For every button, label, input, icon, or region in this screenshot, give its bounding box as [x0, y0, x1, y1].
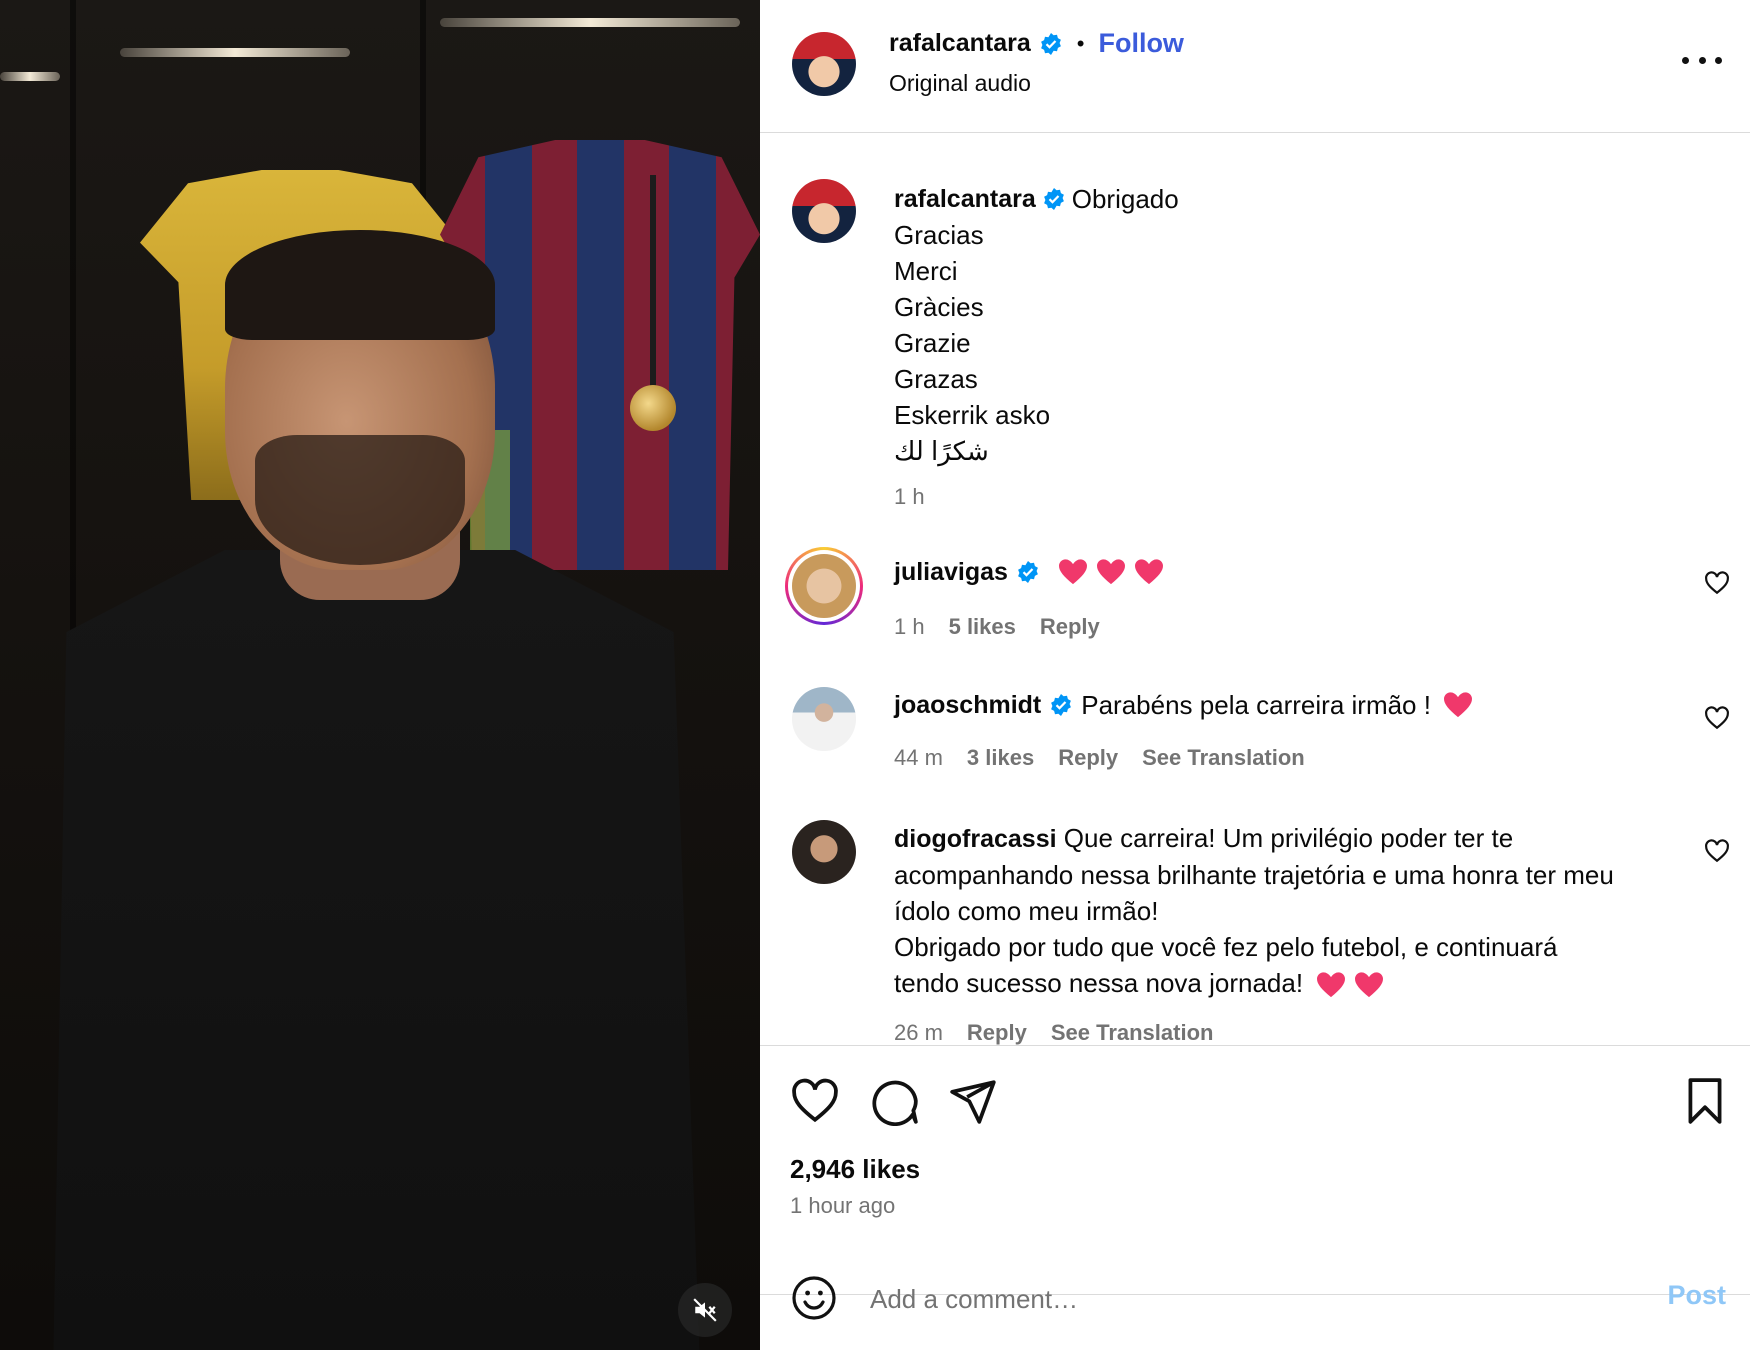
bookmark-icon[interactable]	[1680, 1076, 1730, 1126]
like-comment-icon[interactable]	[1704, 705, 1730, 731]
caption-username[interactable]: rafalcantara	[894, 181, 1036, 217]
likes-count[interactable]: 2,946 likes	[790, 1154, 920, 1185]
commenter-username[interactable]: juliavigas	[894, 554, 1008, 590]
shelf-light	[440, 18, 740, 27]
caption-time[interactable]: 1 h	[894, 484, 925, 510]
follow-button[interactable]: Follow	[1098, 28, 1183, 59]
comment-time[interactable]: 1 h	[894, 614, 925, 640]
caption-meta: 1 h	[894, 484, 925, 510]
comment-body: joaoschmidt Parabéns pela carreira irmão…	[894, 687, 1684, 723]
comment-text: Que carreira! Um privilégio poder ter te	[1063, 823, 1514, 853]
share-icon[interactable]	[948, 1076, 998, 1126]
author-username[interactable]: rafalcantara	[889, 29, 1031, 58]
like-comment-icon[interactable]	[1704, 838, 1730, 864]
more-options-icon[interactable]	[1682, 48, 1722, 72]
commenter-username[interactable]: joaoschmidt	[894, 687, 1041, 723]
heart-emoji-icon	[1134, 559, 1163, 585]
caption-line: Gràcies	[894, 292, 984, 322]
comment-text: Parabéns pela carreira irmão !	[1081, 690, 1431, 720]
post-header: rafalcantara • Follow Original audio	[760, 0, 1750, 133]
like-comment-icon[interactable]	[1704, 570, 1730, 596]
story-ring[interactable]	[785, 547, 863, 625]
mute-icon	[693, 1298, 717, 1322]
heart-emoji-icon	[1443, 692, 1472, 718]
comment-text: acompanhando nessa brilhante trajetória …	[894, 860, 1614, 890]
caption-line: شكرًا لك	[894, 436, 989, 466]
caption-avatar[interactable]	[792, 179, 856, 243]
heart-icon[interactable]	[790, 1076, 840, 1126]
caption-line: Eskerrik asko	[894, 400, 1051, 430]
caption-line: Obrigado	[1071, 184, 1179, 214]
comment-time[interactable]: 44 m	[894, 745, 943, 771]
caption-first-line: rafalcantara Obrigado	[894, 181, 1674, 217]
audio-label[interactable]: Original audio	[889, 70, 1031, 97]
see-translation-button[interactable]: See Translation	[1142, 745, 1305, 771]
comment-body: juliavigas	[894, 554, 1684, 590]
comment-input[interactable]	[870, 1278, 1550, 1320]
header-user-row: rafalcantara • Follow	[889, 28, 1184, 59]
author-avatar[interactable]	[792, 32, 856, 96]
verified-badge-icon	[1051, 694, 1072, 716]
commenter-avatar	[792, 554, 856, 618]
mute-button[interactable]	[678, 1283, 732, 1337]
heart-emoji-icon	[1354, 972, 1383, 998]
see-translation-button[interactable]: See Translation	[1051, 1020, 1214, 1045]
post-button[interactable]: Post	[1667, 1280, 1726, 1311]
comment-meta: 26 m Reply See Translation	[894, 1020, 1213, 1045]
caption-line: Grazie	[894, 328, 971, 358]
reply-button[interactable]: Reply	[1040, 614, 1100, 640]
verified-badge-icon	[1040, 32, 1061, 55]
comment-icon[interactable]	[870, 1076, 920, 1126]
verified-badge-icon	[1018, 561, 1038, 583]
caption-line: Merci	[894, 256, 958, 286]
comment-body: diogofracassi Que carreira! Um privilégi…	[894, 820, 1664, 1001]
heart-emoji-icon	[1317, 972, 1346, 998]
commenter-avatar[interactable]	[792, 820, 856, 884]
verified-badge-icon	[1043, 188, 1064, 210]
comment-text: ídolo como meu irmão!	[894, 896, 1159, 926]
caption-line: Grazas	[894, 364, 978, 394]
beard	[255, 435, 465, 565]
caption-line: Gracias	[894, 220, 984, 250]
hair	[225, 230, 495, 340]
comment-text: tendo sucesso nessa nova jornada!	[894, 968, 1304, 998]
comment-time[interactable]: 26 m	[894, 1020, 943, 1045]
comment-meta: 44 m 3 likes Reply See Translation	[894, 745, 1305, 771]
reply-button[interactable]: Reply	[967, 1020, 1027, 1045]
comment-composer: Post	[760, 1250, 1750, 1350]
post-video[interactable]	[0, 0, 760, 1350]
emoji-icon[interactable]	[790, 1274, 838, 1322]
black-shirt	[53, 550, 700, 1350]
caption: rafalcantara Obrigado Gracias Merci Gràc…	[894, 181, 1674, 469]
commenter-avatar[interactable]	[792, 687, 856, 751]
reply-button[interactable]: Reply	[1058, 745, 1118, 771]
comment-text: Obrigado por tudo que você fez pelo fute…	[894, 932, 1558, 962]
shelf-light	[0, 72, 60, 81]
shelf-light	[120, 48, 350, 57]
comment-meta: 1 h 5 likes Reply	[894, 614, 1100, 640]
heart-emoji-icon	[1096, 559, 1125, 585]
commenter-username[interactable]: diogofracassi	[894, 825, 1057, 853]
person	[40, 220, 720, 1350]
separator-dot: •	[1076, 30, 1085, 56]
post-sidebar: rafalcantara • Follow Original audio raf…	[760, 0, 1750, 1350]
comment-likes[interactable]: 3 likes	[967, 745, 1034, 771]
comment-likes[interactable]: 5 likes	[949, 614, 1016, 640]
post-time[interactable]: 1 hour ago	[790, 1193, 895, 1219]
heart-emoji-icon	[1058, 559, 1087, 585]
comments-list[interactable]: rafalcantara Obrigado Gracias Merci Gràc…	[760, 134, 1750, 1045]
